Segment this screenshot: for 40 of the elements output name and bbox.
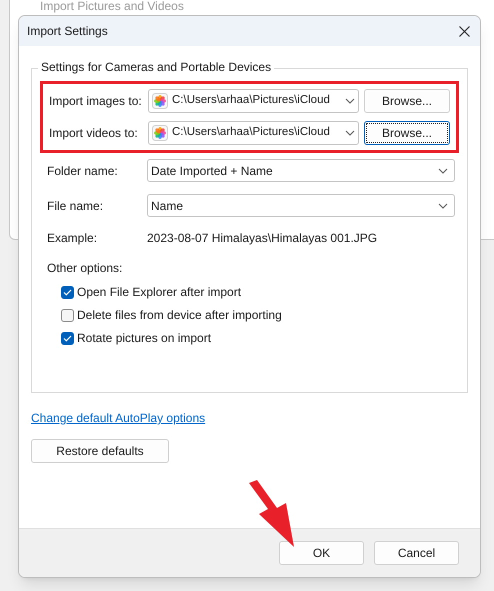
arrow-icon (246, 479, 296, 549)
browse-button[interactable]: Browse... (364, 89, 450, 113)
group-title: Settings for Cameras and Portable Devices (38, 61, 274, 73)
folder-dropdown[interactable]: C:\Users\arhaa\Pictures\iCloud (148, 121, 359, 145)
field-label: Folder name: (47, 162, 119, 180)
browse-button[interactable]: Browse... (364, 121, 450, 145)
checkbox[interactable] (61, 308, 74, 322)
chevron-down-icon (438, 202, 448, 208)
field-label: File name: (47, 198, 104, 214)
checkbox[interactable] (61, 286, 74, 298)
close-icon[interactable] (459, 26, 470, 36)
folder-dropdown[interactable]: C:\Users\arhaa\Pictures\iCloud (148, 89, 359, 113)
checkmark-icon (63, 334, 72, 342)
field-label: Import images to: (49, 93, 143, 110)
dropdown-value: C:\Users\arhaa\Pictures\iCloud (172, 93, 331, 108)
dialog-title: Import Settings (27, 23, 108, 40)
photos-app-icon (152, 93, 168, 109)
dropdown-value: Name (151, 198, 184, 214)
dropdown-value: Date Imported + Name (151, 162, 273, 180)
dropdown-value: C:\Users\arhaa\Pictures\iCloud (172, 125, 331, 140)
chevron-down-icon (345, 98, 355, 104)
example-value: 2023-08-07 Himalayas\Himalayas 001.JPG (147, 230, 378, 247)
window-title: Import Pictures and Videos (40, 0, 184, 12)
photos-app-icon (152, 125, 168, 141)
chevron-down-icon (438, 168, 448, 174)
autoplay-link[interactable]: Change default AutoPlay options (31, 409, 206, 427)
checkbox-label[interactable]: Rotate pictures on import (77, 329, 212, 347)
restore-defaults-button[interactable]: Restore defaults (31, 439, 169, 463)
field-label: Import videos to: (49, 125, 139, 142)
checkbox-label[interactable]: Delete files from device after importing (77, 306, 282, 324)
section-label: Other options: (47, 261, 122, 275)
chevron-down-icon (345, 130, 355, 136)
dropdown[interactable]: Date Imported + Name (147, 159, 455, 182)
dialog-button[interactable]: OK (279, 541, 364, 565)
field-label: Example: (47, 230, 98, 247)
dialog-button[interactable]: Cancel (374, 541, 459, 565)
checkmark-icon (63, 288, 72, 296)
checkbox-label[interactable]: Open File Explorer after import (77, 283, 242, 301)
checkbox[interactable] (61, 332, 74, 344)
dropdown[interactable]: Name (147, 194, 455, 217)
